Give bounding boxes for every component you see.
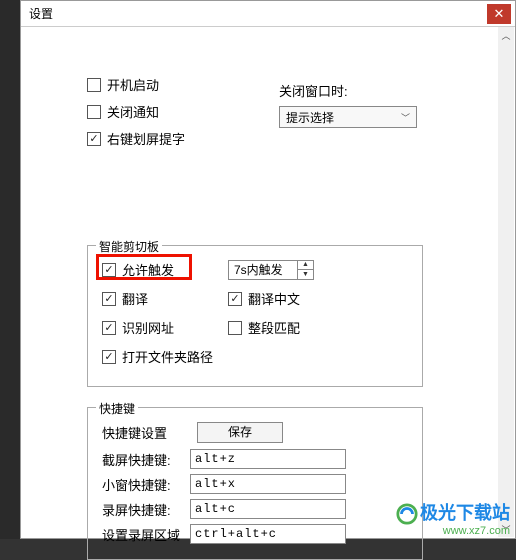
- close-window-select[interactable]: 提示选择 ﹀: [279, 106, 417, 128]
- open-folder-label: 打开文件夹路径: [122, 347, 213, 366]
- rightclick-capture-label: 右键划屏提字: [107, 129, 185, 148]
- close-window-label: 关闭窗口时:: [279, 81, 417, 100]
- trigger-time-spinner[interactable]: 7s内触发 ▲ ▼: [228, 260, 314, 280]
- allow-trigger-label: 允许触发: [122, 260, 174, 279]
- record-hotkey-input[interactable]: [190, 499, 346, 519]
- close-notify-label: 关闭通知: [107, 102, 159, 121]
- hotkey-fieldset: 快捷键 快捷键设置 保存 截屏快捷键: 小窗快捷键: 录屏快捷键: 设置录屏区域: [87, 407, 423, 560]
- open-folder-checkbox[interactable]: [102, 350, 116, 364]
- translate-cn-label: 翻译中文: [248, 289, 300, 308]
- watermark-logo-icon: [396, 503, 418, 525]
- chevron-down-icon: ﹀: [401, 111, 410, 124]
- close-button[interactable]: ✕: [487, 4, 511, 24]
- close-notify-checkbox[interactable]: [87, 105, 101, 119]
- settings-window: 设置 ✕ 开机启动 关闭通知 右键划屏提字 关闭窗口时: 提示选择 ﹀: [20, 0, 516, 539]
- watermark-url: www.xz7.com: [396, 525, 510, 537]
- miniwindow-hotkey-label: 小窗快捷键:: [102, 475, 190, 494]
- clipboard-legend: 智能剪切板: [96, 238, 162, 255]
- detect-url-checkbox[interactable]: [102, 321, 116, 335]
- save-button[interactable]: 保存: [197, 422, 283, 443]
- startup-checkbox[interactable]: [87, 78, 101, 92]
- trigger-time-value: 7s内触发: [234, 261, 283, 278]
- miniwindow-hotkey-input[interactable]: [190, 474, 346, 494]
- spinner-up-icon[interactable]: ▲: [298, 261, 313, 271]
- close-window-section: 关闭窗口时: 提示选择 ﹀: [279, 81, 417, 128]
- vertical-scrollbar[interactable]: ︿ ﹀: [498, 27, 514, 537]
- content-area: 开机启动 关闭通知 右键划屏提字 关闭窗口时: 提示选择 ﹀ 智能剪切板 允许触…: [21, 27, 497, 538]
- translate-cn-checkbox[interactable]: [228, 292, 242, 306]
- startup-label: 开机启动: [107, 75, 159, 94]
- hotkey-legend: 快捷键: [96, 400, 138, 417]
- detect-url-label: 识别网址: [122, 318, 174, 337]
- general-options: 开机启动 关闭通知 右键划屏提字: [87, 75, 185, 156]
- app-sidebar: [0, 0, 20, 539]
- translate-label: 翻译: [122, 289, 148, 308]
- record-area-hotkey-label: 设置录屏区域: [102, 525, 190, 544]
- hotkey-settings-label: 快捷键设置: [102, 423, 167, 442]
- window-title: 设置: [29, 5, 53, 22]
- titlebar: 设置 ✕: [21, 1, 515, 27]
- watermark-name: 极光下载站: [420, 503, 510, 523]
- segment-match-checkbox[interactable]: [228, 321, 242, 335]
- record-hotkey-label: 录屏快捷键:: [102, 500, 190, 519]
- segment-match-label: 整段匹配: [248, 318, 300, 337]
- spinner-down-icon[interactable]: ▼: [298, 270, 313, 279]
- clipboard-fieldset: 智能剪切板 允许触发 7s内触发 ▲ ▼ 翻译 翻译中文: [87, 245, 423, 387]
- translate-checkbox[interactable]: [102, 292, 116, 306]
- allow-trigger-checkbox[interactable]: [102, 263, 116, 277]
- watermark: 极光下载站 www.xz7.com: [396, 499, 510, 537]
- spinner-arrows[interactable]: ▲ ▼: [297, 261, 313, 279]
- rightclick-capture-checkbox[interactable]: [87, 132, 101, 146]
- scroll-up-icon[interactable]: ︿: [498, 27, 514, 43]
- close-window-selected: 提示选择: [286, 109, 334, 126]
- screenshot-hotkey-label: 截屏快捷键:: [102, 450, 190, 469]
- close-icon: ✕: [494, 6, 505, 22]
- record-area-hotkey-input[interactable]: [190, 524, 346, 544]
- screenshot-hotkey-input[interactable]: [190, 449, 346, 469]
